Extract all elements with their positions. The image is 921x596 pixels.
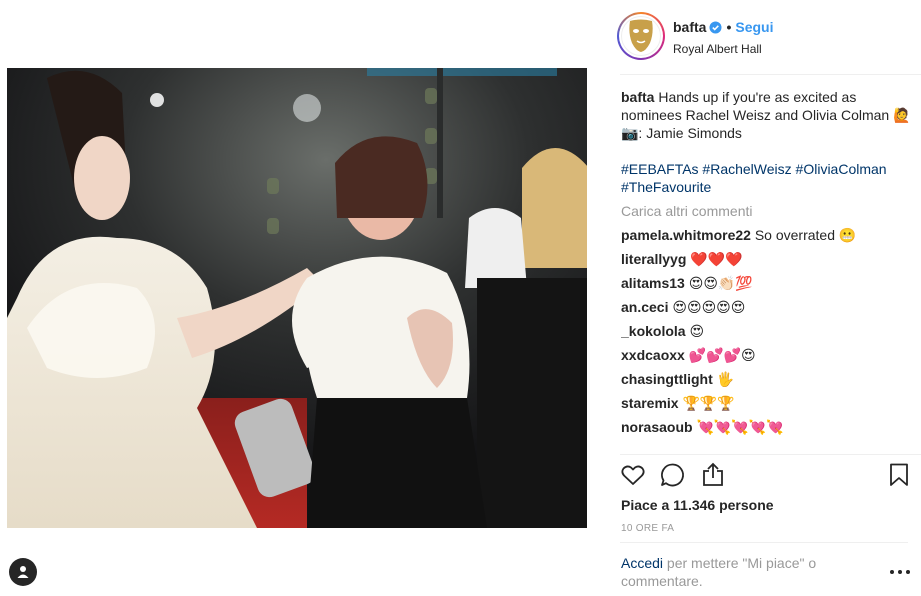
post-location[interactable]: Royal Albert Hall: [673, 42, 773, 56]
likes-count[interactable]: Piace a 11.346 persone: [621, 497, 774, 513]
post-photo[interactable]: [7, 68, 587, 528]
comments-list[interactable]: bafta Hands up if you're as excited as n…: [621, 88, 911, 454]
comment-text: 😍: [689, 323, 705, 339]
avatar[interactable]: [617, 12, 665, 60]
comment-username[interactable]: an.ceci: [621, 299, 668, 315]
comment-item: staremix 🏆🏆🏆: [621, 394, 911, 412]
bafta-mask-logo: [629, 19, 653, 52]
comment-item: chasingttlight 🖐: [621, 370, 911, 388]
comment-item: an.ceci 😍😍😍😍😍: [621, 298, 911, 316]
login-link[interactable]: Accedi: [621, 555, 663, 571]
comment-username[interactable]: alitams13: [621, 275, 685, 291]
comment-text: 🖐: [716, 371, 735, 387]
comment-text: 💘💘💘💘💘: [696, 419, 784, 435]
comment-item: alitams13 😍😍👏🏻💯: [621, 274, 911, 292]
more-options-button[interactable]: [890, 568, 910, 576]
profile-icon: [17, 566, 29, 578]
more-icon-dot: [906, 570, 910, 574]
caption-text: Hands up if you're as excited as nominee…: [621, 89, 911, 123]
post-image: [7, 68, 587, 528]
caption-credit: 📷: Jamie Simonds: [621, 125, 742, 141]
comment-username[interactable]: _kokolola: [621, 323, 686, 339]
comment-text: 😍😍👏🏻💯: [688, 275, 753, 291]
comment-item: _kokolola 😍: [621, 322, 911, 340]
load-more-comments-button[interactable]: Carica altri commenti: [621, 202, 911, 220]
comment-text: ❤️❤️❤️: [690, 251, 743, 267]
comment-username[interactable]: pamela.whitmore22: [621, 227, 751, 243]
post-caption: bafta Hands up if you're as excited as n…: [621, 88, 911, 142]
comment-username[interactable]: literallyyg: [621, 251, 686, 267]
comment-item: norasaoub 💘💘💘💘💘: [621, 418, 911, 436]
comment-text: 🏆🏆🏆: [682, 395, 735, 411]
comment-username[interactable]: xxdcaoxx: [621, 347, 685, 363]
profile-button[interactable]: [9, 558, 37, 586]
login-prompt: Accedi per mettere "Mi piace" o commenta…: [621, 554, 851, 590]
post-header: bafta • Segui Royal Albert Hall: [617, 12, 910, 60]
post-timestamp[interactable]: 10 ORE FA: [621, 523, 674, 534]
share-button[interactable]: [700, 462, 726, 488]
comment-username[interactable]: staremix: [621, 395, 679, 411]
comment-text: So overrated 😬: [754, 227, 857, 243]
bookmark-icon: [890, 463, 908, 486]
divider: [620, 542, 908, 543]
comment-username[interactable]: norasaoub: [621, 419, 693, 435]
comment-item: pamela.whitmore22 So overrated 😬: [621, 226, 911, 244]
follow-button[interactable]: Segui: [735, 19, 773, 35]
more-icon: [890, 570, 894, 574]
action-bar: [620, 462, 910, 490]
more-icon-dot: [898, 570, 902, 574]
separator-dot: •: [726, 19, 732, 35]
post-username[interactable]: bafta: [673, 19, 706, 35]
save-button[interactable]: [886, 462, 912, 488]
caption-username[interactable]: bafta: [621, 89, 654, 105]
divider: [620, 74, 921, 75]
verified-icon: [709, 21, 722, 37]
share-icon: [703, 462, 723, 486]
caption-hashtags[interactable]: #EEBAFTAs #RachelWeisz #OliviaColman #Th…: [621, 160, 911, 196]
comment-text: 💕💕💕😍: [688, 347, 756, 363]
comment-username[interactable]: chasingttlight: [621, 371, 713, 387]
comment-icon: [661, 463, 684, 487]
comment-item: literallyyg ❤️❤️❤️: [621, 250, 911, 268]
heart-icon: [621, 465, 645, 485]
divider: [620, 454, 921, 455]
comment-button[interactable]: [660, 462, 686, 488]
comment-item: xxdcaoxx 💕💕💕😍: [621, 346, 911, 364]
comment-text: 😍😍😍😍😍: [672, 299, 746, 315]
like-button[interactable]: [620, 462, 646, 488]
post-side-panel: bafta • Segui Royal Albert Hall bafta Hand…: [617, 0, 921, 596]
